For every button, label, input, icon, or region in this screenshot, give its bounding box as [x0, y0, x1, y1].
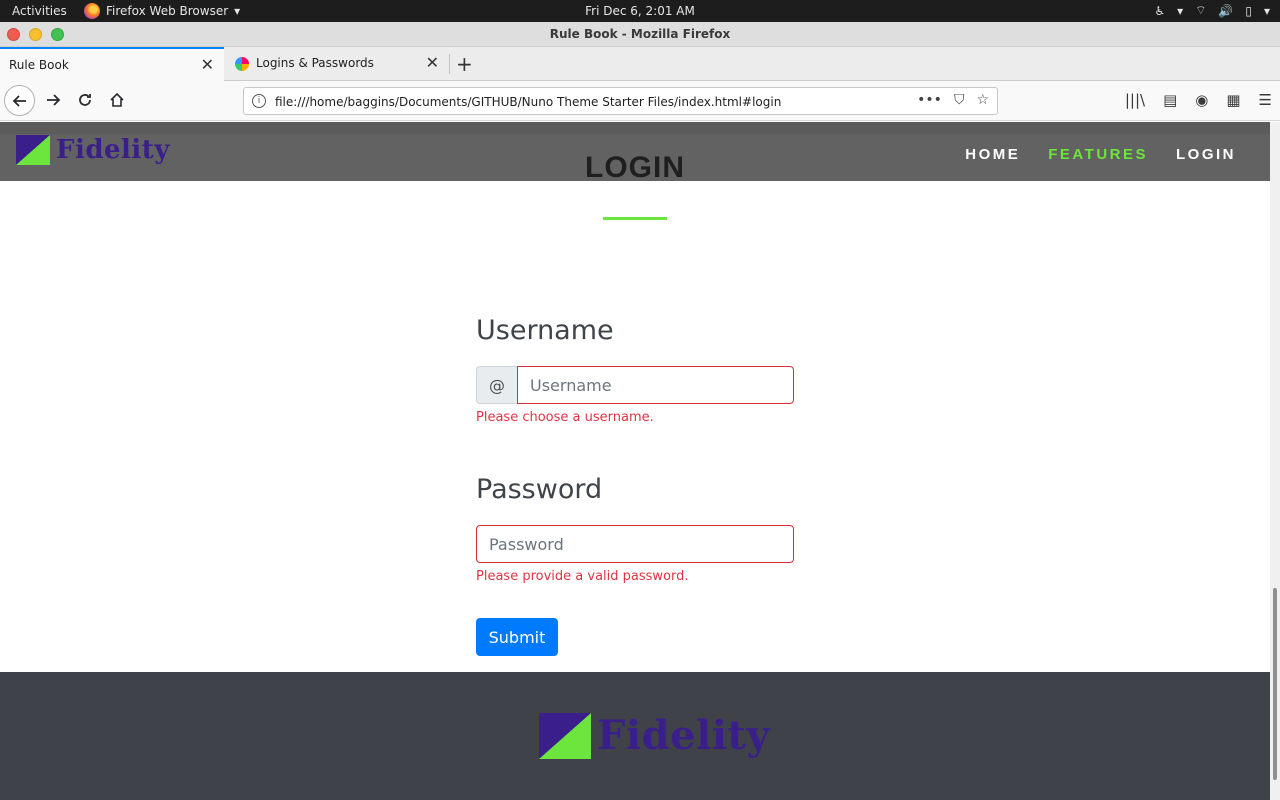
- chevron-down-icon: ▾: [1177, 3, 1184, 18]
- username-error: Please choose a username.: [476, 410, 654, 425]
- url-bar[interactable]: i file:///home/baggins/Documents/GITHUB/…: [243, 87, 998, 115]
- firefox-icon: [84, 3, 100, 19]
- page-actions-icon[interactable]: •••: [917, 92, 942, 108]
- new-tab-button[interactable]: +: [456, 52, 473, 76]
- home-icon: [110, 92, 124, 107]
- extensions-icon[interactable]: ▦: [1226, 91, 1240, 109]
- toolbar-right: |||\ ▤ ◉ ▦ ☰: [1125, 91, 1272, 109]
- chevron-down-icon: ▾: [234, 4, 241, 18]
- close-icon[interactable]: ✕: [426, 53, 439, 72]
- reload-button[interactable]: [70, 85, 100, 115]
- pocket-icon[interactable]: ⛉: [954, 92, 965, 108]
- password-error: Please provide a valid password.: [476, 569, 689, 584]
- battery-icon[interactable]: ▯: [1245, 4, 1252, 18]
- tab-separator: [449, 54, 450, 74]
- navigation-toolbar: i file:///home/baggins/Documents/GITHUB/…: [0, 81, 1280, 121]
- reload-icon: [79, 94, 91, 106]
- site-footer: Fidelity: [0, 672, 1270, 800]
- username-input[interactable]: Username: [517, 366, 794, 404]
- close-icon[interactable]: ✕: [201, 55, 214, 74]
- heading-underline: [603, 217, 667, 220]
- lockwise-icon: [235, 57, 249, 71]
- password-label: Password: [476, 474, 603, 505]
- system-tray[interactable]: ♿ ▾ ⌔ 🔊 ▯ ▾: [1154, 3, 1270, 18]
- volume-icon[interactable]: 🔊: [1218, 4, 1233, 18]
- chevron-down-icon: ▾: [1263, 3, 1270, 18]
- activities-button[interactable]: Activities: [12, 4, 67, 18]
- wifi-icon[interactable]: ⌔: [1195, 3, 1206, 18]
- window-titlebar: Rule Book - Mozilla Firefox: [0, 22, 1280, 47]
- page-viewport: Fidelity HOME FEATURES LOGIN LOGIN Usern…: [0, 122, 1270, 800]
- footer-brand[interactable]: Fidelity: [539, 712, 770, 759]
- bookmark-star-icon[interactable]: ☆: [976, 92, 989, 108]
- tab-label: Logins & Passwords: [256, 56, 374, 70]
- url-text[interactable]: file:///home/baggins/Documents/GITHUB/Nu…: [275, 95, 781, 109]
- password-input[interactable]: Password: [476, 525, 794, 563]
- back-button[interactable]: [4, 85, 35, 116]
- username-input-group: @ Username: [476, 366, 794, 404]
- arrow-left-icon: [12, 94, 26, 107]
- page-scrollbar[interactable]: [1270, 122, 1280, 800]
- system-top-bar: Activities Firefox Web Browser ▾ Fri Dec…: [0, 0, 1280, 22]
- tab-rule-book[interactable]: Rule Book ✕: [0, 47, 224, 81]
- menu-icon[interactable]: ☰: [1259, 91, 1272, 109]
- info-icon[interactable]: i: [252, 94, 266, 108]
- window-title: Rule Book - Mozilla Firefox: [549, 27, 731, 41]
- submit-button[interactable]: Submit: [476, 618, 558, 656]
- navbar-stripe: [0, 122, 1270, 134]
- at-sign-prefix: @: [476, 366, 517, 404]
- app-menu[interactable]: Firefox Web Browser ▾: [84, 3, 240, 19]
- tab-strip: Rule Book ✕ Logins & Passwords ✕ +: [0, 47, 1280, 81]
- accessibility-icon[interactable]: ♿: [1154, 4, 1165, 18]
- arrow-right-icon: [47, 94, 61, 106]
- forward-button[interactable]: [38, 85, 68, 115]
- home-button[interactable]: [102, 85, 132, 115]
- username-label: Username: [476, 315, 614, 346]
- footer-brand-text: Fidelity: [597, 712, 771, 759]
- tab-label: Rule Book: [9, 58, 69, 72]
- scrollbar-thumb[interactable]: [1273, 588, 1277, 780]
- site-navbar: Fidelity HOME FEATURES LOGIN LOGIN: [0, 122, 1270, 184]
- app-menu-label: Firefox Web Browser: [106, 4, 229, 18]
- sidebar-icon[interactable]: ▤: [1163, 91, 1177, 109]
- fidelity-logo-icon: [539, 712, 591, 759]
- library-icon[interactable]: |||\: [1125, 91, 1145, 109]
- section-heading: LOGIN: [585, 151, 685, 184]
- account-icon[interactable]: ◉: [1195, 91, 1208, 109]
- tab-logins-passwords[interactable]: Logins & Passwords ✕: [225, 47, 449, 81]
- url-actions: ••• ⛉ ☆: [917, 92, 989, 108]
